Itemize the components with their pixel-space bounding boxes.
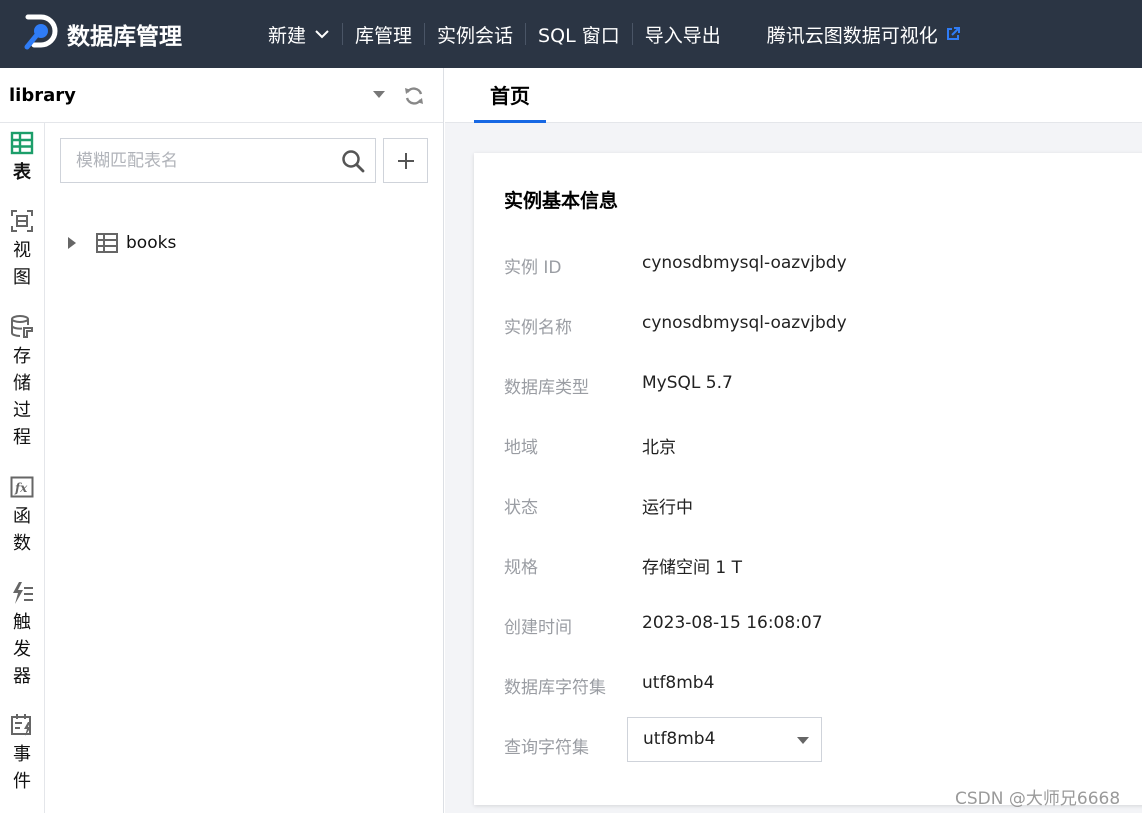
refresh-icon[interactable]	[403, 85, 425, 107]
search-icon[interactable]	[341, 149, 365, 173]
object-explorer: library 表 视图 存储过程 fx 函数 触发器 事件 模糊匹配表名 bo…	[0, 68, 444, 813]
event-icon	[11, 714, 31, 736]
tab-views[interactable]: 视图	[0, 209, 44, 291]
info-row-db-charset: 数据库字符集 utf8mb4	[504, 669, 1124, 699]
top-navigation-bar: 数据库管理 新建 库管理 实例会话 SQL 窗口 导入导出 腾讯云图数据可视化	[0, 0, 1142, 68]
info-label: 数据库类型	[504, 378, 589, 398]
expand-arrow-icon[interactable]	[68, 237, 76, 249]
tab-functions-label: 函数	[13, 506, 31, 554]
tab-events[interactable]: 事件	[0, 713, 44, 795]
info-label: 实例名称	[504, 318, 572, 338]
database-selector[interactable]: library	[0, 68, 443, 123]
info-value: 2023-08-15 16:08:07	[642, 613, 823, 633]
app-title: 数据库管理	[67, 24, 182, 50]
info-row-query-charset: 查询字符集 utf8mb4	[504, 717, 1124, 762]
tab-views-label: 视图	[13, 240, 31, 288]
svg-text:fx: fx	[14, 481, 28, 495]
info-value: cynosdbmysql-oazvjbdy	[642, 253, 847, 273]
card-title: 实例基本信息	[504, 190, 619, 212]
info-row-region: 地域 北京	[504, 429, 1124, 459]
view-icon	[11, 210, 33, 232]
nav-item-create-label: 新建	[268, 24, 307, 47]
tab-tables[interactable]: 表	[0, 131, 44, 186]
tab-triggers[interactable]: 触发器	[0, 581, 44, 690]
table-icon	[96, 233, 118, 253]
tab-triggers-label: 触发器	[13, 612, 31, 687]
info-label: 创建时间	[504, 618, 572, 638]
query-charset-value: utf8mb4	[643, 729, 716, 749]
info-value: utf8mb4	[642, 673, 715, 693]
table-tree-item[interactable]: books	[60, 228, 176, 258]
nav-item-instance-sessions[interactable]: 实例会话	[425, 21, 525, 48]
query-charset-select[interactable]: utf8mb4	[627, 717, 822, 762]
info-label: 地域	[504, 438, 538, 458]
tab-home[interactable]: 首页	[474, 68, 546, 123]
chevron-down-icon	[315, 30, 329, 39]
info-label: 数据库字符集	[504, 678, 606, 698]
info-value: cynosdbmysql-oazvjbdy	[642, 313, 847, 333]
table-search-input[interactable]	[61, 139, 331, 182]
info-row-instance-id: 实例 ID cynosdbmysql-oazvjbdy	[504, 249, 1124, 279]
info-row-db-type: 数据库类型 MySQL 5.7	[504, 369, 1124, 399]
info-value: 北京	[642, 438, 676, 458]
table-search-box	[60, 138, 376, 183]
main-content: 首页 实例基本信息 实例 ID cynosdbmysql-oazvjbdy 实例…	[445, 68, 1142, 813]
nav-item-data-visualization-label: 腾讯云图数据可视化	[766, 24, 938, 47]
caret-down-icon	[373, 91, 385, 98]
info-label: 实例 ID	[504, 258, 562, 278]
info-row-status: 状态 运行中	[504, 489, 1124, 519]
watermark: CSDN @大师兄6668	[955, 789, 1121, 809]
plus-icon	[397, 152, 414, 169]
database-name: library	[9, 85, 76, 106]
caret-down-icon	[797, 737, 809, 744]
external-link-icon	[946, 27, 960, 40]
trigger-icon	[13, 582, 33, 604]
status-value: 运行中	[642, 498, 693, 518]
info-row-spec: 规格 存储空间 1 T	[504, 549, 1124, 579]
tab-tables-label: 表	[13, 162, 31, 183]
main-nav: 新建 库管理 实例会话 SQL 窗口 导入导出 腾讯云图数据可视化	[256, 0, 973, 68]
instance-info-card: 实例基本信息 实例 ID cynosdbmysql-oazvjbdy 实例名称 …	[474, 153, 1142, 805]
app-logo-icon	[24, 14, 58, 50]
info-value: 存储空间 1 T	[642, 558, 743, 578]
tab-stored-procedures-label: 存储过程	[13, 346, 31, 448]
add-table-button[interactable]	[383, 138, 428, 183]
nav-item-import-export[interactable]: 导入导出	[633, 21, 733, 48]
tab-events-label: 事件	[13, 744, 31, 792]
table-icon	[10, 131, 34, 155]
tab-stored-procedures[interactable]: 存储过程	[0, 315, 44, 451]
info-row-created-time: 创建时间 2023-08-15 16:08:07	[504, 609, 1124, 639]
info-label: 规格	[504, 558, 538, 578]
info-value: MySQL 5.7	[642, 373, 733, 393]
nav-item-db-management[interactable]: 库管理	[343, 21, 424, 48]
main-tab-bar: 首页	[445, 68, 1142, 123]
info-label: 状态	[504, 498, 538, 518]
nav-item-data-visualization[interactable]: 腾讯云图数据可视化	[755, 21, 973, 48]
stored-procedure-icon	[11, 315, 33, 338]
info-row-instance-name: 实例名称 cynosdbmysql-oazvjbdy	[504, 309, 1124, 339]
info-label: 查询字符集	[504, 738, 589, 758]
function-icon: fx	[10, 476, 34, 498]
table-name: books	[126, 233, 177, 253]
nav-item-create[interactable]: 新建	[256, 21, 342, 48]
object-type-tabs: 表 视图 存储过程 fx 函数 触发器 事件	[0, 123, 45, 813]
nav-item-sql-window[interactable]: SQL 窗口	[526, 21, 632, 48]
tab-functions[interactable]: fx 函数	[0, 475, 44, 557]
